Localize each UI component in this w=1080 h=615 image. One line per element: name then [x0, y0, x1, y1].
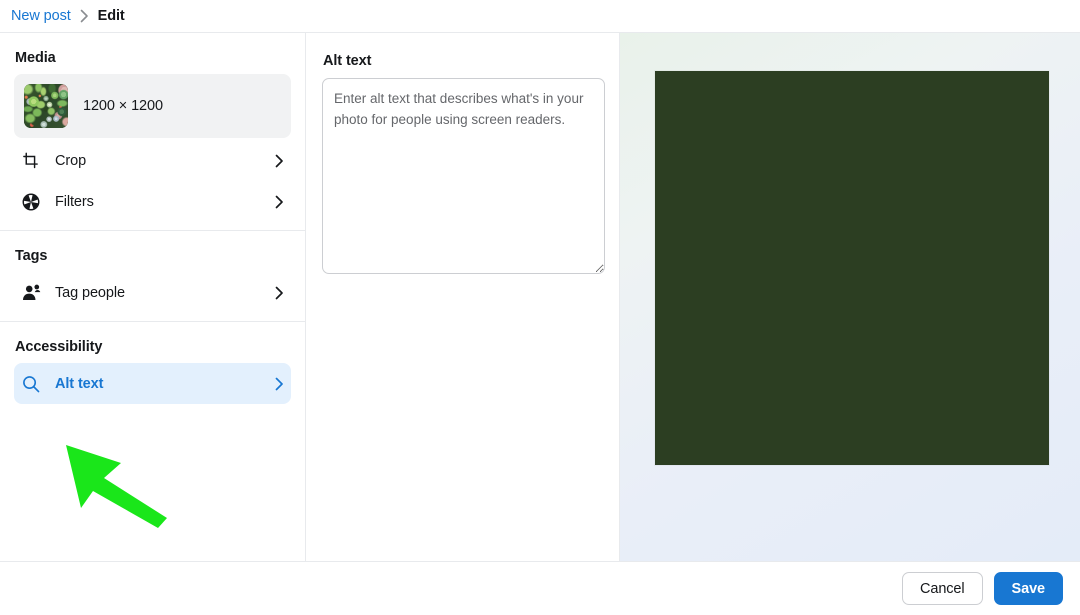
media-dimensions-label: 1200 × 1200 [83, 98, 163, 114]
editor-body: Media 1200 × 1200 Crop Filters Tags Tag … [0, 33, 1080, 561]
sidebar-item-alt-text[interactable]: Alt text [14, 363, 291, 404]
sidebar-item-alt-text-label: Alt text [55, 375, 104, 392]
sidebar-section-accessibility: Accessibility Alt text [0, 322, 305, 404]
footer-actions: Cancel Save [0, 561, 1080, 615]
aperture-icon [22, 193, 48, 211]
panel-title-alt-text: Alt text [323, 53, 372, 69]
sidebar-item-filters[interactable]: Filters [14, 181, 291, 222]
sidebar-item-tag-people[interactable]: Tag people [14, 272, 291, 313]
sidebar: Media 1200 × 1200 Crop Filters Tags Tag … [0, 33, 306, 561]
chevron-right-icon [275, 154, 284, 168]
media-thumbnail [24, 84, 68, 128]
section-title-tags: Tags [15, 248, 48, 264]
sidebar-item-crop-label: Crop [55, 152, 87, 169]
alt-text-panel: Alt text [307, 33, 620, 561]
section-title-media: Media [15, 50, 56, 66]
chevron-right-icon [275, 286, 284, 300]
sidebar-section-media: Media 1200 × 1200 Crop Filters [0, 33, 305, 222]
section-title-accessibility: Accessibility [15, 339, 103, 355]
breadcrumb: New post Edit [0, 0, 1080, 33]
sidebar-item-crop[interactable]: Crop [14, 140, 291, 181]
succulent-garden-photo [655, 71, 1049, 465]
crop-icon [22, 152, 48, 169]
chevron-right-icon [275, 377, 284, 391]
cancel-button[interactable]: Cancel [901, 572, 983, 605]
post-editor-window: New post Edit Media 1200 × 1200 Crop Fil… [0, 0, 1080, 615]
save-button[interactable]: Save [993, 572, 1063, 605]
sidebar-item-tag-people-label: Tag people [55, 284, 125, 301]
chevron-right-icon [275, 195, 284, 209]
media-card[interactable]: 1200 × 1200 [14, 74, 291, 138]
tag-people-icon [22, 284, 48, 301]
breadcrumb-new-post-link[interactable]: New post [11, 8, 71, 24]
chevron-right-icon [80, 9, 89, 23]
sidebar-item-filters-label: Filters [55, 193, 94, 210]
image-preview-pane [620, 33, 1080, 561]
breadcrumb-current-page: Edit [97, 8, 125, 24]
alt-text-input[interactable] [322, 78, 605, 274]
sidebar-section-tags: Tags Tag people [0, 231, 305, 313]
search-icon [22, 375, 48, 393]
